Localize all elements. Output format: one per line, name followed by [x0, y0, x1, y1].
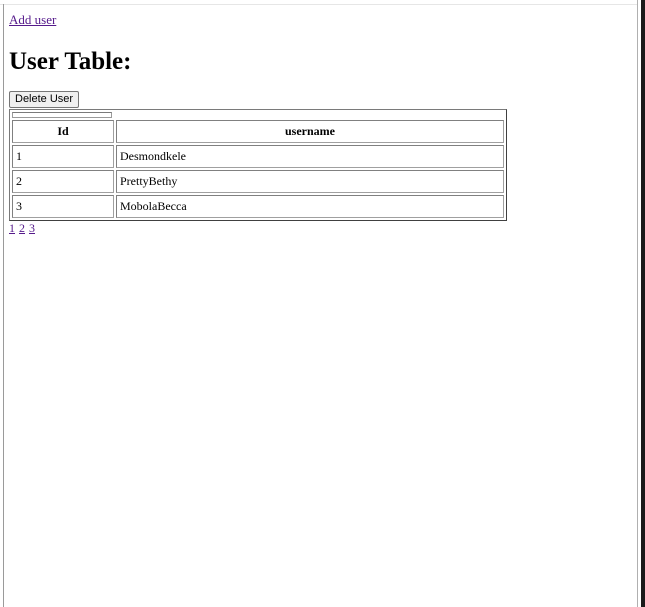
- delete-user-button[interactable]: Delete User: [9, 91, 80, 108]
- table-filter-row: [12, 112, 504, 118]
- cell-username: MobolaBecca: [116, 195, 504, 218]
- column-header-id[interactable]: Id: [12, 120, 114, 143]
- cell-id: 3: [12, 195, 114, 218]
- window-left-edge: [0, 4, 4, 607]
- table-row[interactable]: 1 Desmondkele: [12, 145, 504, 168]
- page-link-1[interactable]: 1: [9, 221, 15, 235]
- table-header-row: Id username: [12, 120, 504, 143]
- user-table: Id username 1 Desmondkele 2 PrettyBethy …: [9, 109, 507, 221]
- cell-id: 1: [12, 145, 114, 168]
- page-title: User Table:: [9, 48, 132, 75]
- table-filter-cell: [12, 112, 504, 118]
- window-right-border: [641, 0, 645, 607]
- page-content: Add user User Table: Delete User Id user…: [9, 11, 629, 235]
- add-user-link[interactable]: Add user: [9, 12, 56, 27]
- window-top-edge: [0, 0, 645, 5]
- table-row[interactable]: 3 MobolaBecca: [12, 195, 504, 218]
- table-row[interactable]: 2 PrettyBethy: [12, 170, 504, 193]
- column-header-username[interactable]: username: [116, 120, 504, 143]
- cell-username: Desmondkele: [116, 145, 504, 168]
- pagination: 1 2 3: [9, 221, 629, 235]
- row-select-checkbox-strip[interactable]: [12, 112, 112, 118]
- page-link-3[interactable]: 3: [29, 221, 35, 235]
- cell-id: 2: [12, 170, 114, 193]
- cell-username: PrettyBethy: [116, 170, 504, 193]
- page-link-2[interactable]: 2: [19, 221, 25, 235]
